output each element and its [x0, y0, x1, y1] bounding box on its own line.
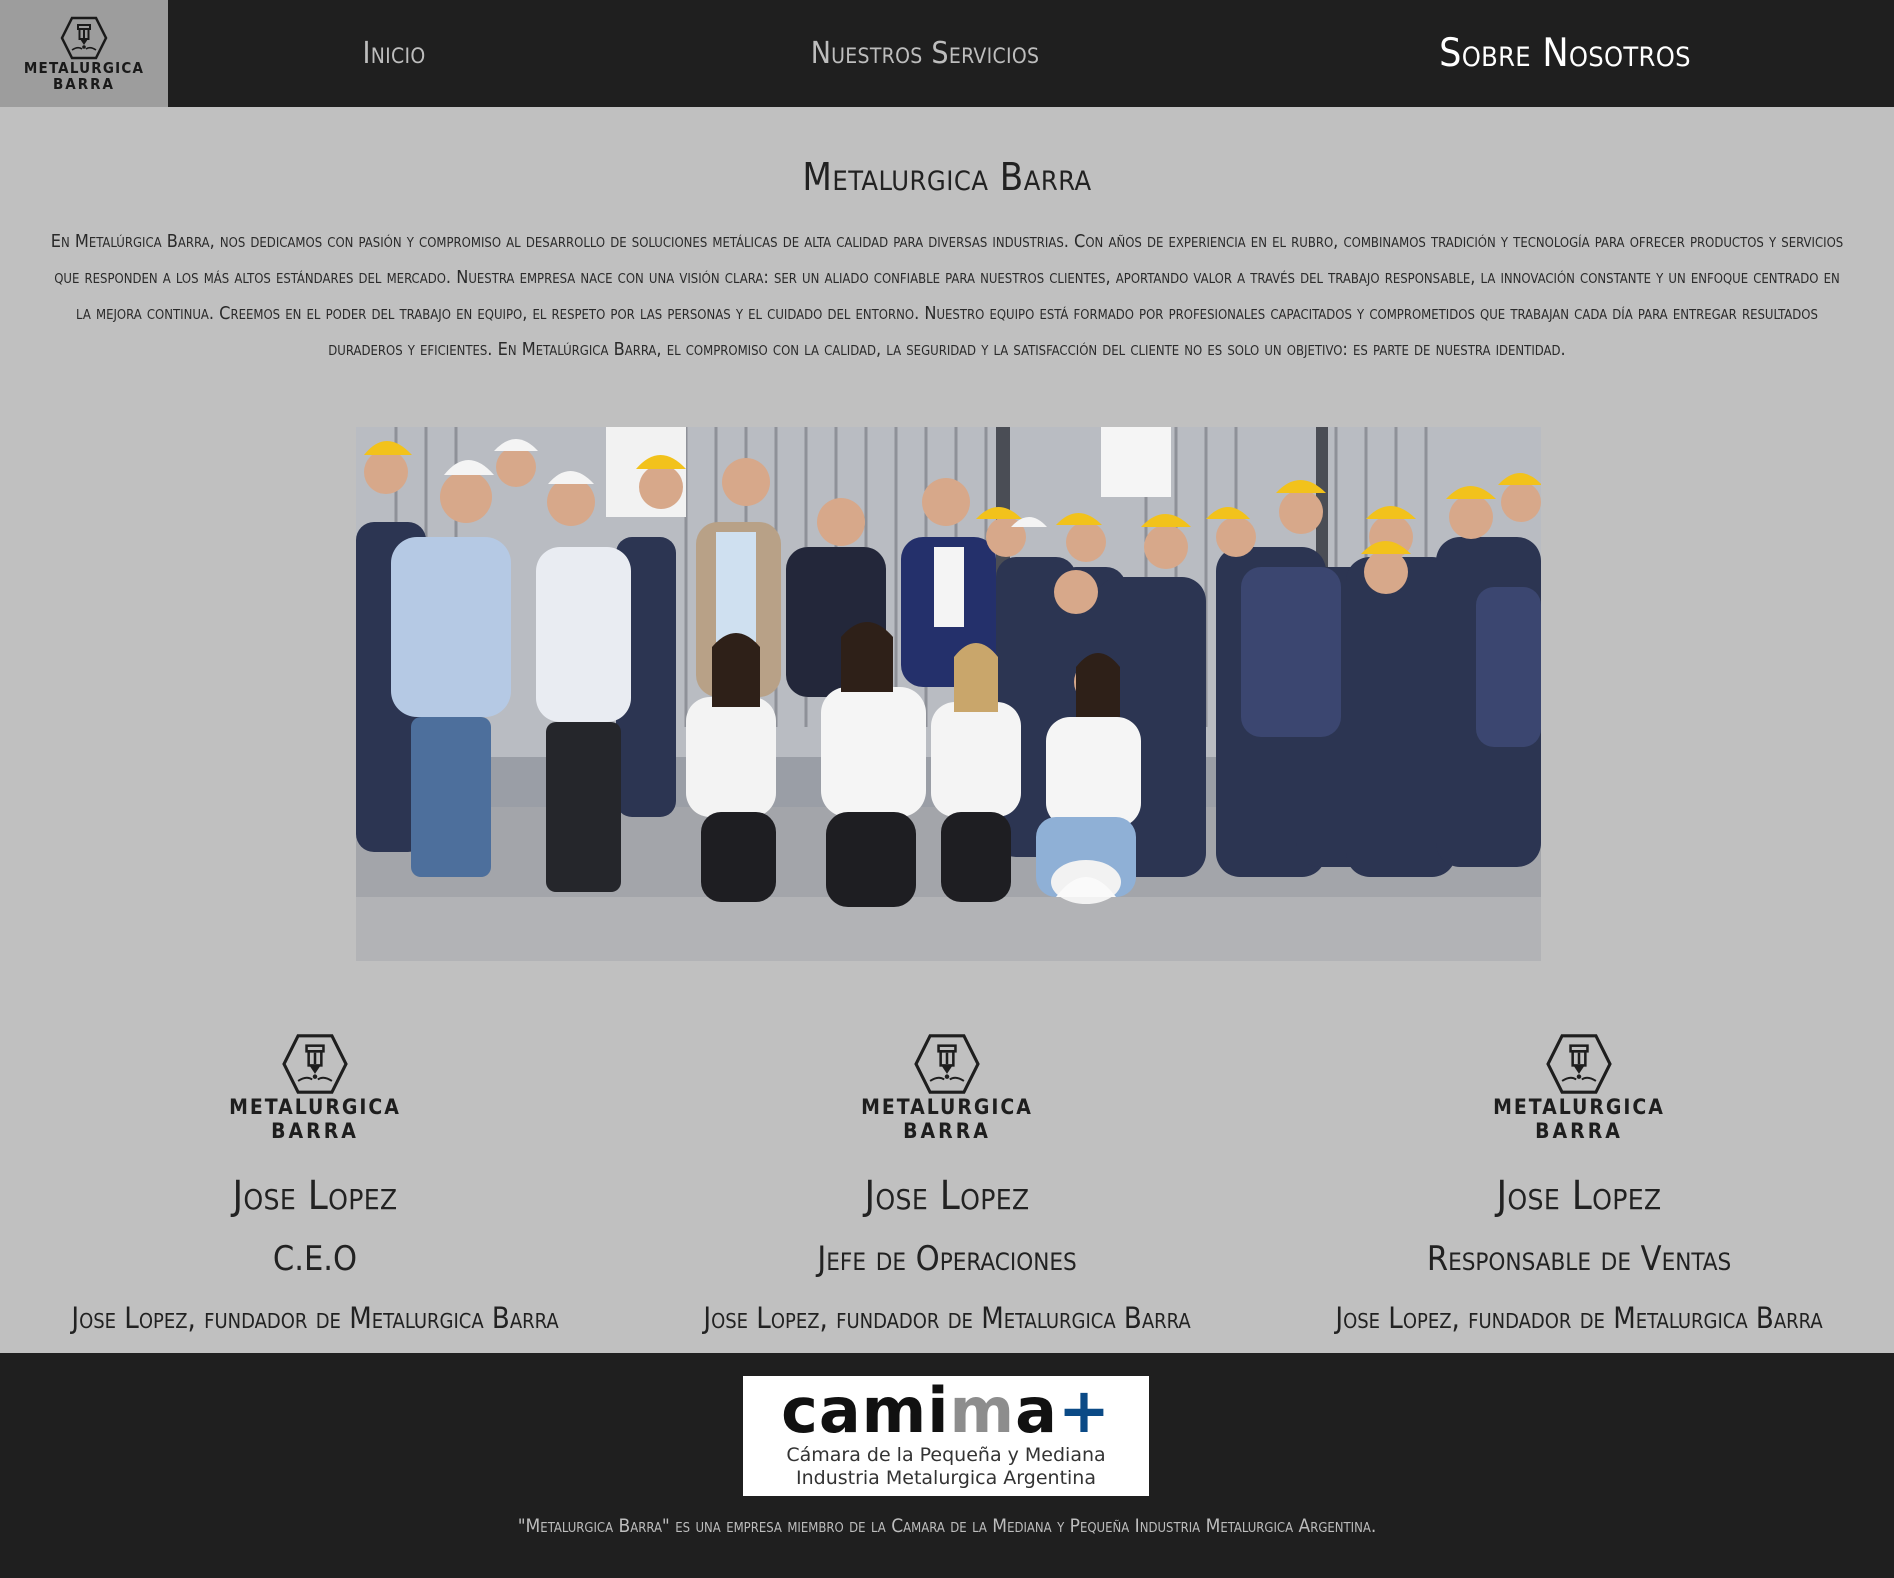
member-description: Jose Lopez, fundador de Metalurgica Barr…	[703, 1301, 1191, 1335]
card-brand-logo: METALURGICA BARRA	[632, 1033, 1262, 1143]
card-logo-line1: METALURGICA	[229, 1095, 401, 1119]
member-name: Jose Lopez	[232, 1173, 398, 1219]
member-name: Jose Lopez	[864, 1173, 1030, 1219]
member-role: Responsable de Ventas	[1426, 1239, 1732, 1279]
member-name: Jose Lopez	[1496, 1173, 1662, 1219]
laser-cutter-hexagon-icon	[60, 16, 108, 59]
laser-cutter-hexagon-icon	[1546, 1034, 1612, 1094]
brand-name-line1: METALURGICA	[23, 58, 145, 77]
nav-link-nuestros-servicios[interactable]: Nuestros Servicios	[780, 0, 1070, 107]
team-group-photo	[356, 427, 1541, 961]
card-logo-line1: METALURGICA	[1493, 1095, 1665, 1119]
card-brand-logo: METALURGICA BARRA	[1264, 1033, 1894, 1143]
nav-link-sobre-nosotros[interactable]: Sobre Nosotros	[1410, 0, 1720, 107]
footer-membership-note: "Metalurgica Barra" es una empresa miemb…	[517, 1515, 1377, 1537]
camima-wordmark: camima+	[781, 1374, 1111, 1447]
footer: camima+ Cámara de la Pequeña y Mediana I…	[0, 1353, 1894, 1578]
team-card: METALURGICA BARRA Jose Lopez C.E.O Jose …	[0, 1033, 630, 1343]
about-title: Metalurgica Barra	[802, 155, 1092, 199]
card-logo-line1: METALURGICA	[861, 1095, 1033, 1119]
card-brand-logo: METALURGICA BARRA	[0, 1033, 630, 1143]
about-paragraph: En Metalúrgica Barra, nos dedicamos con …	[50, 231, 1844, 360]
team-card: METALURGICA BARRA Jose Lopez Jefe de Ope…	[632, 1033, 1262, 1343]
member-role: Jefe de Operaciones	[817, 1239, 1077, 1279]
camima-subtitle: Cámara de la Pequeña y Mediana Industria…	[786, 1444, 1106, 1489]
card-logo-line2: BARRA	[903, 1119, 991, 1143]
team-card: METALURGICA BARRA Jose Lopez Responsable…	[1264, 1033, 1894, 1343]
camima-partner-logo[interactable]: camima+ Cámara de la Pequeña y Mediana I…	[743, 1374, 1149, 1496]
laser-cutter-hexagon-icon	[282, 1034, 348, 1094]
top-navbar: METALURGICA BARRA Inicio Nuestros Servic…	[0, 0, 1894, 107]
nav-link-inicio[interactable]: Inicio	[334, 0, 454, 107]
member-description: Jose Lopez, fundador de Metalurgica Barr…	[1335, 1301, 1823, 1335]
member-description: Jose Lopez, fundador de Metalurgica Barr…	[71, 1301, 559, 1335]
card-logo-line2: BARRA	[1535, 1119, 1623, 1143]
card-logo-line2: BARRA	[271, 1119, 359, 1143]
brand-logo-link[interactable]: METALURGICA BARRA	[0, 0, 168, 107]
laser-cutter-hexagon-icon	[914, 1034, 980, 1094]
member-role: C.E.O	[272, 1239, 358, 1279]
brand-name-line2: BARRA	[53, 74, 115, 93]
